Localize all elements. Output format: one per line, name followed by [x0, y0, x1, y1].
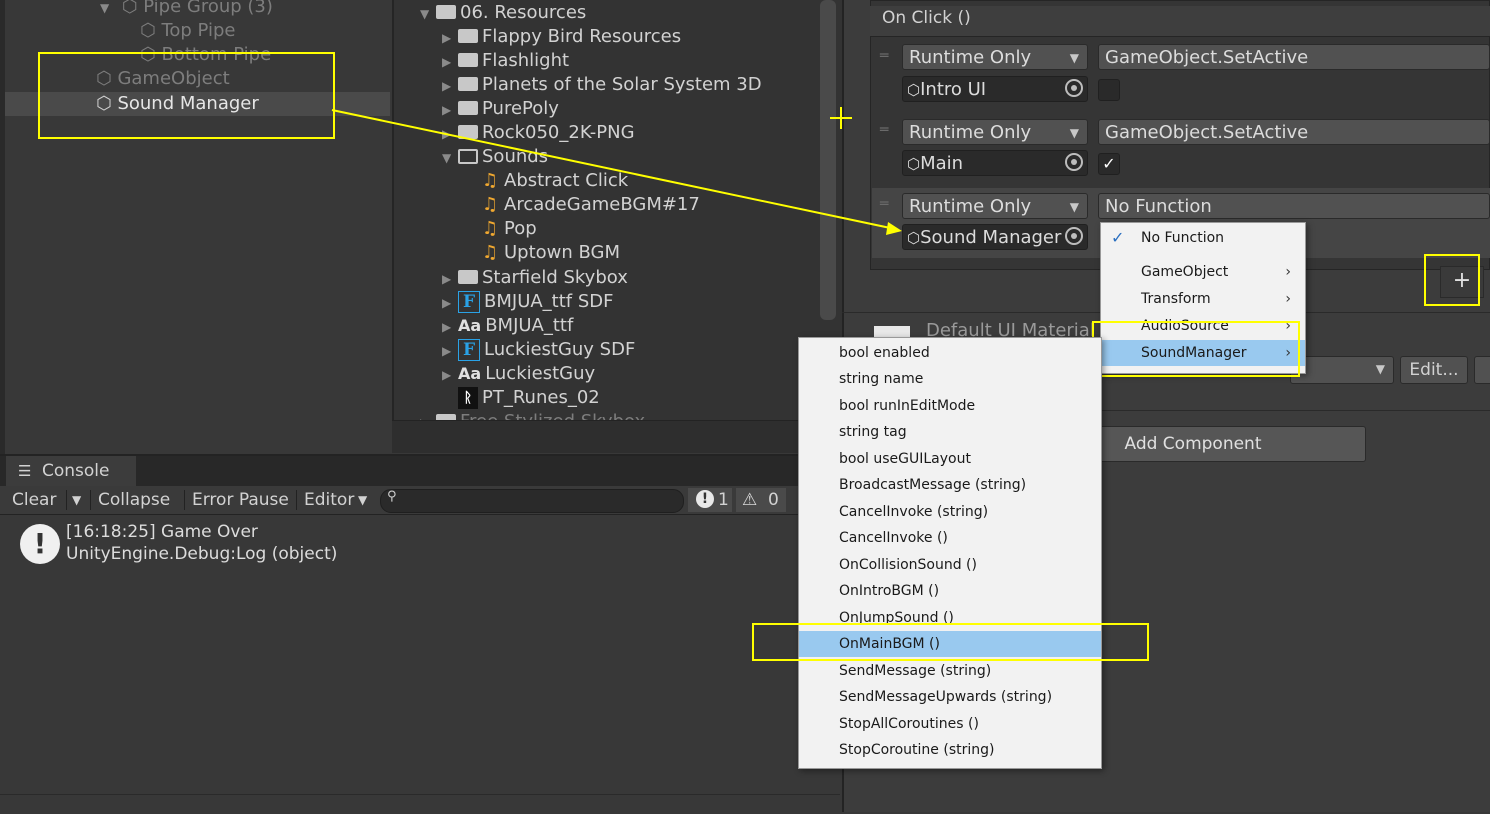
annotation-arrow: [331, 107, 902, 235]
